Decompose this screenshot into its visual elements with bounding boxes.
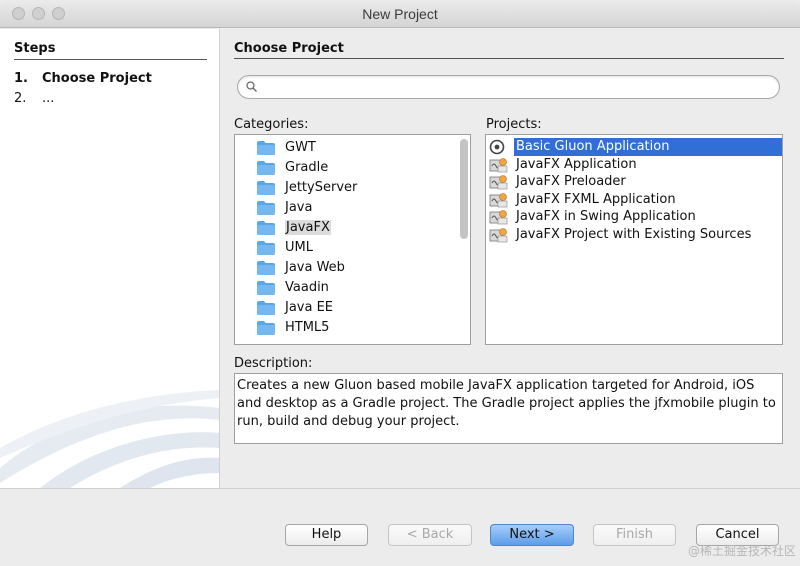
- category-item[interactable]: Java EE: [257, 298, 457, 318]
- project-label: JavaFX Preloader: [516, 174, 626, 190]
- title-divider: [234, 58, 784, 59]
- category-item[interactable]: HTML5: [257, 318, 457, 338]
- window-title: New Project: [362, 6, 438, 22]
- category-item[interactable]: JettyServer: [257, 178, 457, 198]
- project-item[interactable]: JavaFX FXML Application: [488, 191, 782, 209]
- watermark: @稀土掘金技术社区: [687, 544, 796, 558]
- category-label: Java EE: [285, 300, 334, 315]
- javafx-project-icon: [489, 192, 508, 208]
- folder-icon: [257, 321, 275, 335]
- step-number: 2.: [14, 91, 27, 106]
- project-label: JavaFX FXML Application: [516, 191, 676, 207]
- project-label: JavaFX in Swing Application: [516, 209, 696, 225]
- step-item-2: 2....: [14, 91, 54, 106]
- step-item-1: 1. Choose Project: [14, 71, 152, 86]
- folder-icon: [257, 201, 275, 215]
- project-label: JavaFX Project with Existing Sources: [516, 227, 752, 242]
- folder-icon: [257, 281, 275, 295]
- category-item[interactable]: Gradle: [257, 158, 457, 178]
- category-item[interactable]: Java Web: [257, 258, 457, 278]
- search-input[interactable]: [262, 79, 762, 95]
- description-label: Description:: [234, 356, 313, 371]
- categories-list[interactable]: GWT Gradle JettyServer Java JavaFX UML Java We…: [234, 134, 471, 345]
- project-item[interactable]: Basic Gluon Application: [488, 138, 782, 156]
- category-item[interactable]: Vaadin: [257, 278, 457, 298]
- window-titlebar: New Project: [0, 0, 800, 28]
- folder-icon: [257, 241, 275, 255]
- category-label: Vaadin: [285, 280, 329, 295]
- category-item[interactable]: GWT: [257, 138, 457, 158]
- next-button[interactable]: Next >: [490, 524, 574, 546]
- project-label: JavaFX Application: [516, 156, 637, 172]
- category-label: UML: [285, 240, 313, 255]
- finish-button[interactable]: Finish: [593, 524, 676, 546]
- category-label: GWT: [285, 140, 316, 155]
- projects-list[interactable]: Basic Gluon Application JavaFX Applicatio…: [485, 134, 783, 345]
- category-item[interactable]: JavaFX: [257, 218, 457, 238]
- project-item[interactable]: JavaFX Application: [488, 156, 782, 174]
- page-title: Choose Project: [234, 41, 344, 56]
- category-item[interactable]: UML: [257, 238, 457, 258]
- category-label: Java Web: [285, 260, 345, 275]
- javafx-project-icon: [489, 228, 508, 243]
- javafx-project-icon: [489, 175, 508, 190]
- step-label: Choose Project: [42, 71, 152, 86]
- javafx-project-icon: [489, 210, 508, 225]
- category-item[interactable]: Java: [257, 198, 457, 218]
- description-text: Creates a new Gluon based mobile JavaFX …: [234, 373, 783, 444]
- project-label: Basic Gluon Application: [514, 138, 782, 156]
- back-button[interactable]: < Back: [388, 524, 472, 546]
- category-label: JavaFX: [285, 220, 331, 235]
- gluon-icon: [489, 139, 505, 155]
- help-button[interactable]: Help: [285, 524, 368, 546]
- folder-icon: [257, 221, 275, 235]
- step-label: ...: [42, 91, 55, 106]
- search-icon: [246, 81, 257, 92]
- search-field[interactable]: [237, 75, 780, 99]
- button-bar-divider: [0, 488, 800, 489]
- folder-icon: [257, 181, 275, 195]
- folder-icon: [257, 141, 275, 155]
- project-item[interactable]: JavaFX Project with Existing Sources: [488, 226, 782, 244]
- projects-label: Projects:: [486, 117, 542, 132]
- step-number: 1.: [14, 71, 28, 86]
- category-label: Java: [285, 200, 313, 215]
- steps-pane: Steps 1. Choose Project 2....: [0, 29, 220, 488]
- project-item[interactable]: JavaFX in Swing Application: [488, 208, 782, 226]
- folder-icon: [257, 261, 275, 275]
- category-label: Gradle: [285, 160, 329, 175]
- steps-divider: [14, 59, 207, 60]
- category-label: JettyServer: [285, 180, 358, 195]
- steps-title: Steps: [14, 41, 56, 56]
- folder-icon: [257, 301, 275, 315]
- categories-scrollbar-thumb[interactable]: [460, 139, 468, 239]
- categories-label: Categories:: [234, 117, 309, 132]
- category-label: HTML5: [285, 320, 330, 335]
- folder-icon: [257, 161, 275, 175]
- decorative-swoosh: [0, 390, 219, 488]
- project-item[interactable]: JavaFX Preloader: [488, 173, 782, 191]
- javafx-project-icon: [489, 157, 508, 172]
